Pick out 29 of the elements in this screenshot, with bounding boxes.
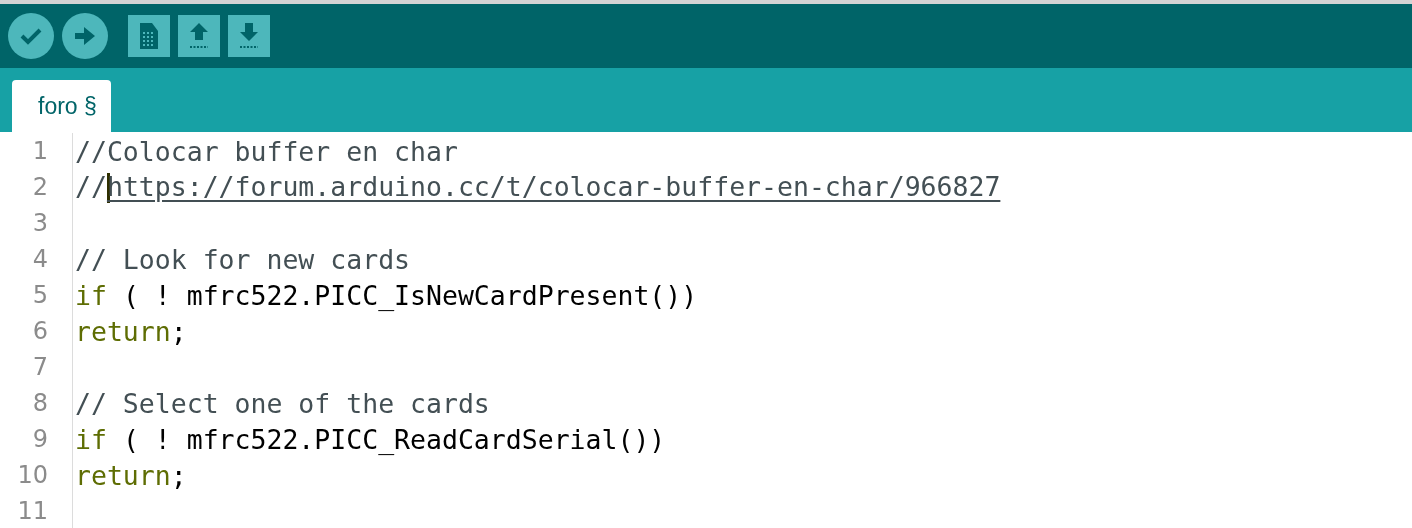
open-button[interactable] bbox=[178, 15, 220, 57]
sketch-tab[interactable]: foro § bbox=[12, 80, 111, 132]
download-arrow-icon bbox=[239, 23, 259, 49]
line-number: 7 bbox=[31, 353, 48, 381]
upload-arrow-icon bbox=[189, 23, 209, 49]
line-number: 10 bbox=[16, 461, 48, 489]
line-number: 8 bbox=[31, 389, 48, 417]
code-line: return; bbox=[75, 459, 187, 491]
code-line: if ( ! mfrc522.PICC_ReadCardSerial()) bbox=[75, 423, 666, 455]
new-button[interactable] bbox=[128, 15, 170, 57]
code-line: if ( ! mfrc522.PICC_IsNewCardPresent()) bbox=[75, 279, 698, 311]
save-button[interactable] bbox=[228, 15, 270, 57]
line-number: 4 bbox=[31, 245, 48, 273]
code-line: return; bbox=[75, 315, 187, 347]
upload-button[interactable] bbox=[62, 13, 108, 59]
right-arrow-icon bbox=[75, 27, 95, 45]
line-number: 5 bbox=[31, 281, 48, 309]
line-number: 9 bbox=[31, 425, 48, 453]
checkmark-icon bbox=[20, 27, 42, 45]
line-number: 3 bbox=[31, 209, 48, 237]
line-number: 6 bbox=[31, 317, 48, 345]
line-number: 2 bbox=[31, 173, 48, 201]
code-line: // Select one of the cards bbox=[75, 387, 490, 419]
verify-button[interactable] bbox=[8, 13, 54, 59]
line-number: 1 bbox=[31, 137, 48, 165]
document-icon bbox=[140, 23, 158, 49]
code-line: // Look for new cards bbox=[75, 243, 411, 275]
line-number: 11 bbox=[16, 497, 48, 525]
code-line: //Colocar buffer en char bbox=[75, 135, 458, 167]
